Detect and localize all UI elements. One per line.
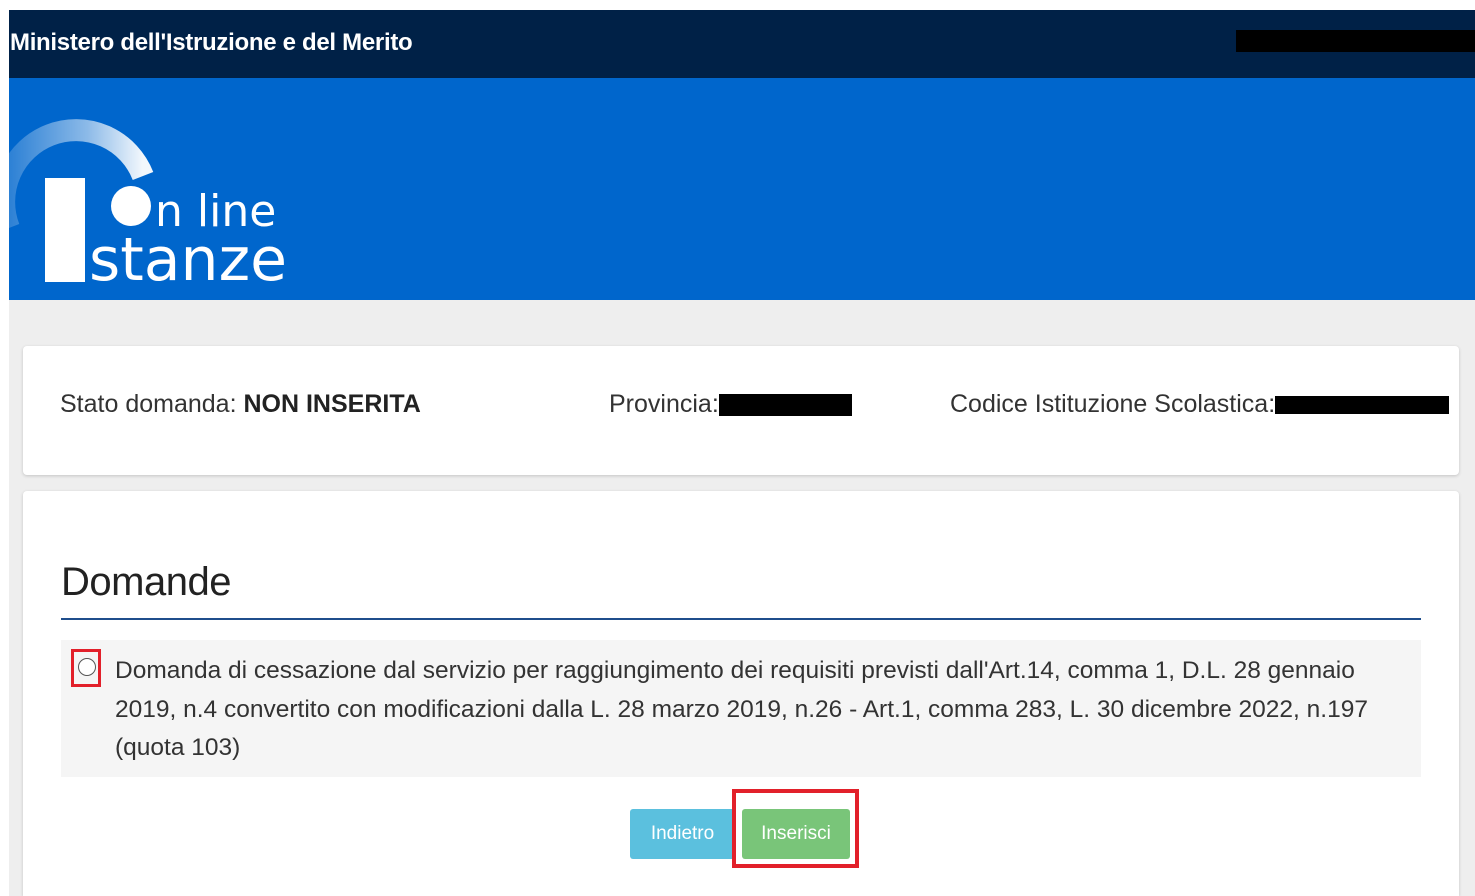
section-title: Domande: [61, 560, 231, 604]
insert-highlight-box: [732, 789, 859, 868]
province-label: Provincia:: [609, 390, 719, 418]
logo-line2: stanze: [89, 225, 287, 295]
application-radio[interactable]: [78, 658, 96, 676]
state-value: NON INSERITA: [243, 390, 421, 418]
province-info: Provincia:: [609, 388, 852, 420]
redacted-user-info: [1236, 30, 1475, 52]
ministry-name: Ministero dell'Istruzione e del Merito: [10, 29, 413, 56]
back-button[interactable]: Indietro: [630, 809, 735, 859]
school-code-label: Codice Istituzione Scolastica:: [950, 390, 1276, 418]
istanze-online-logo[interactable]: n line stanze: [9, 78, 1475, 300]
redacted-school-code: [1275, 396, 1450, 415]
redacted-province: [718, 394, 852, 417]
section-divider: [61, 618, 1421, 620]
school-code-info: Codice Istituzione Scolastica:: [950, 388, 1450, 420]
banner: n line stanze: [9, 78, 1475, 300]
top-header-bar: Ministero dell'Istruzione e del Merito: [9, 10, 1475, 78]
application-state: Stato domanda: NON INSERITA: [60, 388, 421, 420]
application-option-label[interactable]: Domanda di cessazione dal servizio per r…: [115, 652, 1405, 768]
state-label: Stato domanda:: [60, 390, 237, 418]
